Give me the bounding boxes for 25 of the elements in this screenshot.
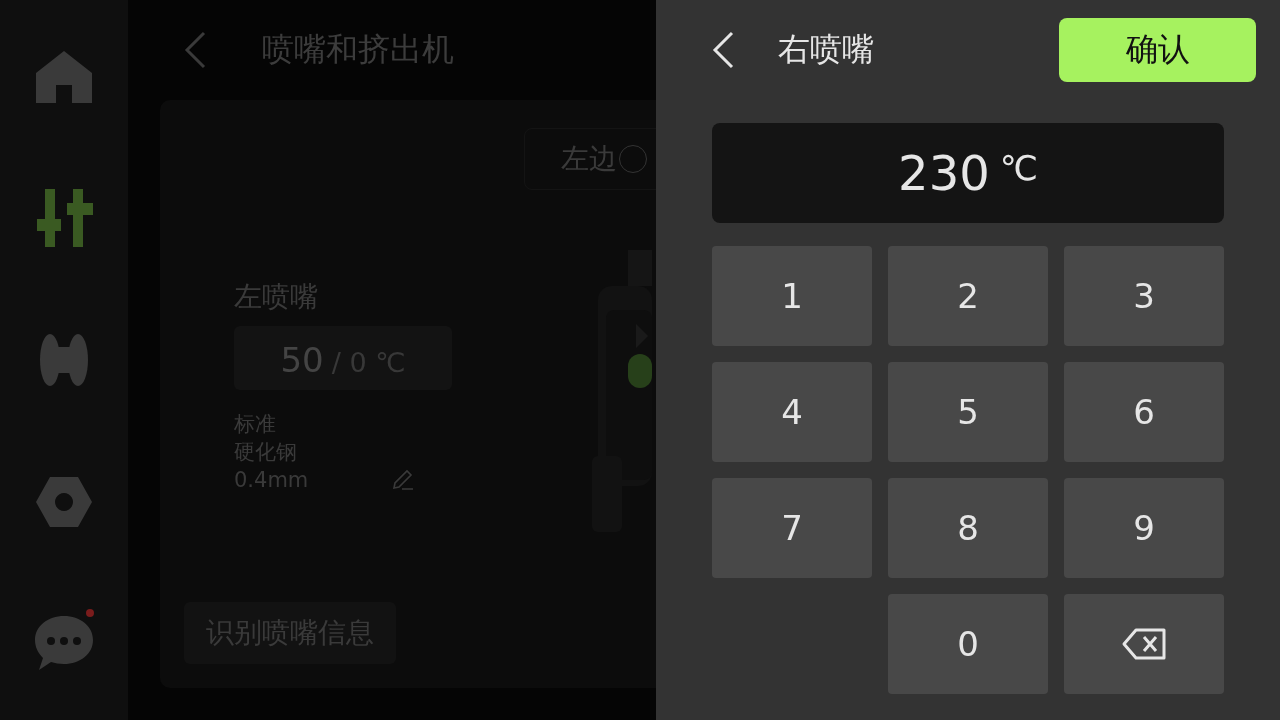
spool-icon xyxy=(38,333,90,387)
temperature-unit: ℃ xyxy=(999,148,1038,188)
back-chevron-icon xyxy=(712,31,734,69)
backspace-key[interactable] xyxy=(1064,594,1224,694)
digit-key[interactable]: 5 xyxy=(888,362,1048,462)
pencil-icon[interactable] xyxy=(392,468,414,490)
backspace-icon xyxy=(1122,628,1166,660)
digit-key[interactable]: 4 xyxy=(712,362,872,462)
digit-key[interactable]: 0 xyxy=(888,594,1048,694)
nut-icon xyxy=(36,476,92,527)
digit-key[interactable]: 7 xyxy=(712,478,872,578)
digit-key[interactable]: 9 xyxy=(1064,478,1224,578)
panel-title: 右喷嘴 xyxy=(778,29,874,70)
digit-key[interactable]: 3 xyxy=(1064,246,1224,346)
sliders-icon xyxy=(35,189,93,248)
temperature-display[interactable]: 230 ℃ xyxy=(712,123,1224,223)
confirm-button[interactable]: 确认 xyxy=(1059,18,1256,82)
home-icon xyxy=(36,50,92,103)
digit-key[interactable]: 6 xyxy=(1064,362,1224,462)
digit-key[interactable]: 1 xyxy=(712,246,872,346)
digit-key[interactable]: 8 xyxy=(888,478,1048,578)
temperature-value: 230 xyxy=(898,145,990,201)
digit-key[interactable]: 2 xyxy=(888,246,1048,346)
back-chevron-icon xyxy=(184,31,206,69)
chat-bubble-icon xyxy=(35,616,93,671)
